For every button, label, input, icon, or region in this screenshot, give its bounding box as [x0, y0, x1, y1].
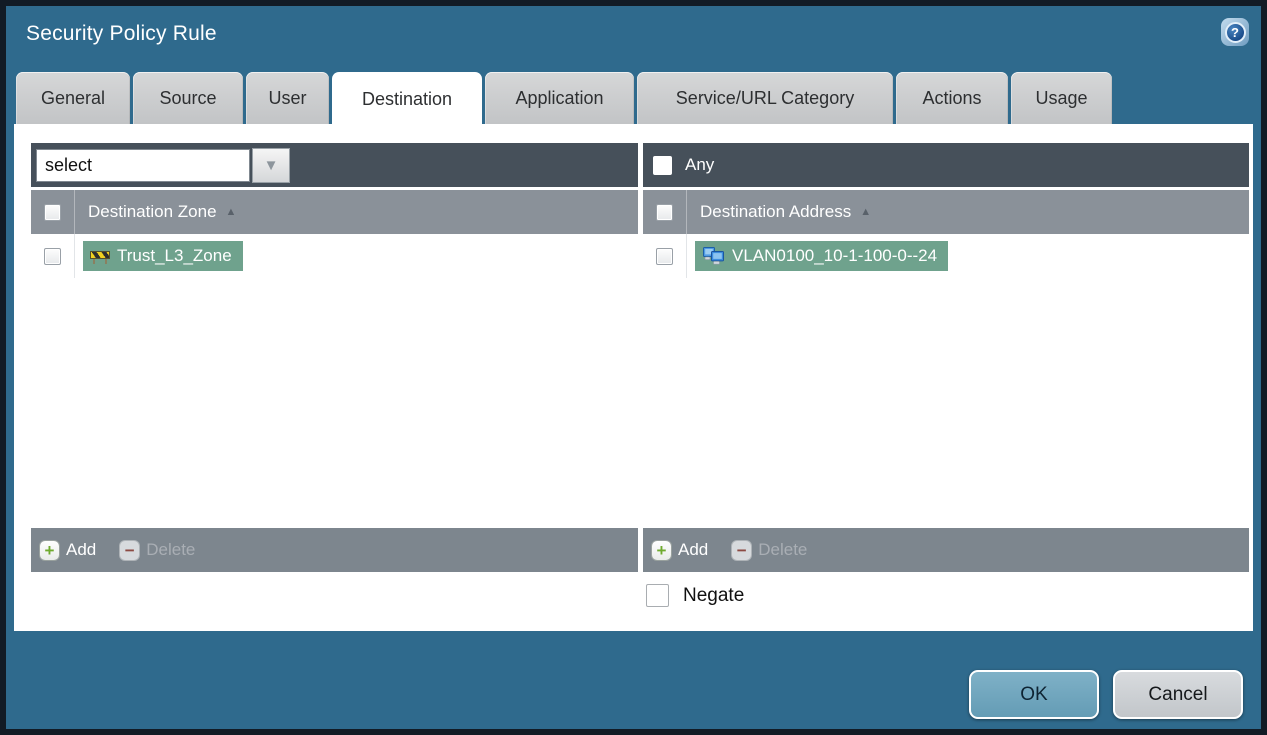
delete-minus-icon: −	[732, 540, 752, 560]
zone-add-button[interactable]: + Add	[40, 540, 96, 560]
address-add-label: Add	[678, 540, 709, 559]
zone-filter-bar: ▼	[31, 143, 638, 187]
address-footer-bar: + Add − Delete	[643, 528, 1249, 572]
dialog-title: Security Policy Rule	[26, 22, 217, 45]
zone-barrier-icon	[90, 249, 110, 264]
add-plus-icon: +	[652, 540, 671, 560]
tab-source[interactable]: Source	[133, 72, 243, 124]
destination-zone-panel: ▼ Destination Zone ▲	[31, 143, 638, 572]
address-select-all-checkbox[interactable]	[656, 203, 673, 221]
tab-service-url-category[interactable]: Service/URL Category	[637, 72, 893, 124]
address-delete-label: Delete	[758, 540, 808, 559]
any-checkbox[interactable]	[653, 155, 672, 175]
tab-destination[interactable]: Destination	[332, 72, 482, 126]
zone-column-header: Destination Zone ▲	[31, 190, 638, 234]
address-list: VLAN0100_10-1-100-0--24	[643, 234, 1249, 528]
zone-select-input[interactable]	[36, 148, 250, 182]
zone-select-dropdown-button[interactable]: ▼	[252, 147, 290, 183]
negate-option: Negate	[646, 584, 744, 607]
negate-checkbox[interactable]	[646, 584, 669, 607]
address-row-checkbox[interactable]	[656, 247, 673, 265]
tab-bar: General Source User Destination Applicat…	[16, 72, 1112, 126]
chevron-down-icon: ▼	[263, 156, 279, 174]
tab-user[interactable]: User	[246, 72, 329, 124]
tab-application[interactable]: Application	[485, 72, 634, 124]
cancel-button[interactable]: Cancel	[1113, 670, 1243, 719]
zone-entry-label: Trust_L3_Zone	[117, 246, 232, 265]
help-button[interactable]: ?	[1221, 18, 1249, 46]
address-delete-button[interactable]: − Delete	[732, 540, 807, 560]
sort-ascending-icon[interactable]: ▲	[860, 206, 871, 218]
zone-row-checkbox[interactable]	[44, 247, 61, 265]
zone-delete-button[interactable]: − Delete	[120, 540, 195, 560]
zone-add-label: Add	[66, 540, 97, 559]
ok-button[interactable]: OK	[969, 670, 1099, 719]
negate-label: Negate	[683, 584, 745, 606]
sort-ascending-icon[interactable]: ▲	[226, 206, 237, 218]
network-computers-icon	[703, 247, 724, 265]
address-column-header: Destination Address ▲	[643, 190, 1249, 234]
zone-delete-label: Delete	[146, 540, 196, 559]
tab-actions[interactable]: Actions	[896, 72, 1008, 124]
any-bar: Any	[643, 143, 1249, 187]
address-entry-label: VLAN0100_10-1-100-0--24	[732, 246, 938, 265]
security-policy-rule-dialog: Security Policy Rule ? General Source Us…	[0, 0, 1267, 735]
destination-address-panel: Any Destination Address ▲ VLAN0100_10-1-…	[643, 143, 1249, 572]
address-column-title[interactable]: Destination Address	[700, 202, 851, 222]
zone-footer-bar: + Add − Delete	[31, 528, 638, 572]
zone-entry[interactable]: Trust_L3_Zone	[83, 241, 243, 271]
tab-usage[interactable]: Usage	[1011, 72, 1112, 124]
any-label[interactable]: Any	[685, 155, 714, 175]
zone-column-title[interactable]: Destination Zone	[88, 202, 217, 222]
table-row: Trust_L3_Zone	[31, 234, 638, 278]
zone-select-all-checkbox[interactable]	[44, 203, 61, 221]
address-entry[interactable]: VLAN0100_10-1-100-0--24	[695, 241, 949, 271]
help-icon: ?	[1224, 21, 1246, 43]
add-plus-icon: +	[40, 540, 59, 560]
address-add-button[interactable]: + Add	[652, 540, 708, 560]
table-row: VLAN0100_10-1-100-0--24	[643, 234, 1249, 278]
zone-list: Trust_L3_Zone	[31, 234, 638, 528]
delete-minus-icon: −	[120, 540, 140, 560]
tab-general[interactable]: General	[16, 72, 130, 124]
destination-tab-content: ▼ Destination Zone ▲	[14, 124, 1253, 631]
